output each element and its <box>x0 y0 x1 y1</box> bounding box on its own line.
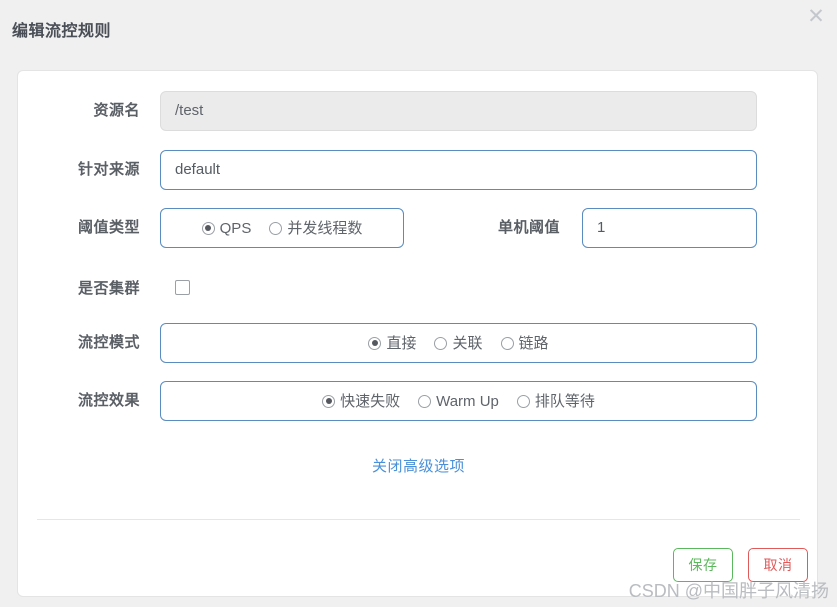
radio-mark-icon <box>201 221 215 235</box>
radio-label: Warm Up <box>436 392 499 410</box>
radio-mark-icon <box>322 394 336 408</box>
radio-mark-icon <box>418 394 432 408</box>
form-row-cluster: 是否集群 <box>18 269 819 309</box>
resource-name-input[interactable]: /test <box>160 91 757 131</box>
radio-mark-icon <box>269 221 283 235</box>
radio-mark-icon <box>368 336 382 350</box>
cancel-button[interactable]: 取消 <box>748 548 808 582</box>
form-row-flow-effect: 流控效果 快速失败 Warm Up 排队等待 <box>18 381 819 421</box>
form-row-flow-mode: 流控模式 直接 关联 链路 <box>18 323 819 363</box>
form-row-threshold: 阈值类型 QPS 并发线程数 单机阈值 1 <box>18 208 819 248</box>
label-cluster: 是否集群 <box>77 280 140 297</box>
radio-mark-icon <box>434 336 448 350</box>
single-threshold-input[interactable]: 1 <box>582 208 757 248</box>
flow-effect-radio-group: 快速失败 Warm Up 排队等待 <box>160 381 757 421</box>
radio-label: 并发线程数 <box>287 219 363 237</box>
form-row-resource: 资源名 /test <box>18 91 819 131</box>
origin-input[interactable]: default <box>160 150 757 190</box>
toggle-advanced-options-link[interactable]: 关闭高级选项 <box>18 455 819 476</box>
dialog-header: 编辑流控规则 ✕ <box>0 0 837 56</box>
close-icon[interactable]: ✕ <box>803 3 829 29</box>
label-single-threshold: 单机阈值 <box>497 219 560 236</box>
cluster-checkbox[interactable] <box>175 280 190 295</box>
label-threshold-type: 阈值类型 <box>77 219 140 236</box>
form-card: 资源名 /test 针对来源 default 阈值类型 QPS 并发线程数 单机… <box>17 70 818 597</box>
radio-label: 快速失败 <box>340 392 401 410</box>
radio-flow-mode-chain[interactable]: 链路 <box>500 334 549 352</box>
radio-flow-effect-queue[interactable]: 排队等待 <box>516 392 595 410</box>
radio-mark-icon <box>516 394 530 408</box>
radio-label: 排队等待 <box>534 392 595 410</box>
radio-threshold-qps[interactable]: QPS <box>201 219 252 237</box>
save-button[interactable]: 保存 <box>673 548 733 582</box>
radio-label: 关联 <box>452 334 483 352</box>
radio-threshold-threads[interactable]: 并发线程数 <box>269 221 362 236</box>
label-resource: 资源名 <box>93 102 140 119</box>
label-flow-mode: 流控模式 <box>77 334 140 351</box>
flow-mode-radio-group: 直接 关联 链路 <box>160 323 757 363</box>
label-flow-effect: 流控效果 <box>77 392 140 409</box>
radio-label: 链路 <box>518 334 549 352</box>
radio-label: 直接 <box>386 334 417 352</box>
radio-flow-effect-warm-up[interactable]: Warm Up <box>418 394 499 409</box>
form-row-origin: 针对来源 default <box>18 150 819 190</box>
label-origin: 针对来源 <box>77 161 140 178</box>
radio-label: QPS <box>219 219 252 237</box>
footer-divider <box>37 519 800 520</box>
page-title: 编辑流控规则 <box>12 23 112 40</box>
threshold-type-radio-group: QPS 并发线程数 <box>160 208 404 248</box>
radio-flow-effect-fail-fast[interactable]: 快速失败 <box>322 394 400 409</box>
radio-mark-icon <box>500 336 514 350</box>
radio-flow-mode-direct[interactable]: 直接 <box>368 336 416 351</box>
radio-flow-mode-associated[interactable]: 关联 <box>434 334 483 352</box>
